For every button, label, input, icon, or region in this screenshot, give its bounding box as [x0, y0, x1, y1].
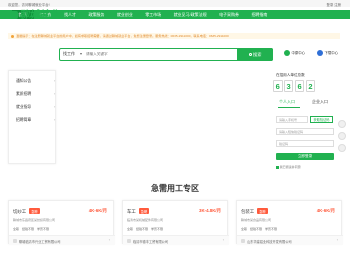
- banner-area: [60, 70, 260, 164]
- logo-icon: [10, 11, 18, 19]
- count-digit: 3: [283, 80, 294, 92]
- chat-icon[interactable]: [338, 120, 346, 128]
- nav-item-employment[interactable]: 就业创业: [111, 10, 139, 19]
- nav-item-find-talent[interactable]: 找人才: [58, 10, 82, 19]
- sidebar-item-label: 就业指导: [16, 105, 32, 109]
- nav-item-voucher[interactable]: 电子采购券: [213, 10, 245, 19]
- nav-item-guide[interactable]: 招聘指南: [245, 10, 273, 19]
- job-card-footer[interactable]: 临清市德丰工贸有限公司 ›: [123, 235, 229, 245]
- count-digit: 6: [294, 80, 305, 92]
- job-company: 临清市某机械配件有限公司: [127, 218, 164, 222]
- urgent-badge: 急聘: [29, 208, 40, 215]
- employer-count: 6 3 6 2: [273, 80, 317, 92]
- logo-text: 聊城就业: [19, 10, 58, 21]
- qrcode-icon[interactable]: [338, 144, 346, 152]
- chevron-right-icon: ›: [54, 79, 56, 83]
- nav-item-gig-market[interactable]: 零工市场: [139, 10, 167, 19]
- sidebar-item-notice[interactable]: 通知公告 ›: [16, 79, 55, 84]
- tab-enterprise[interactable]: 企业入口: [312, 99, 328, 105]
- search-category-select[interactable]: 找工作: [63, 49, 75, 60]
- phone-field[interactable]: 请输入手机号: [276, 116, 308, 123]
- chevron-right-icon: ›: [54, 105, 56, 109]
- notice-bar: 温馨提示：在注册聊城就业平台的用户中，如有求职招聘需要，请通过聊城就业平台，免费…: [8, 33, 340, 39]
- sidebar-item-guidance[interactable]: 就业指导 ›: [16, 105, 55, 110]
- sms-code-field[interactable]: 请输入短信验证码: [276, 128, 334, 135]
- captcha-field[interactable]: 验证码: [276, 140, 334, 147]
- section-title: 急需用工专区: [151, 184, 199, 193]
- nav-item-internship-policy[interactable]: 就业见习/政策法规: [167, 10, 213, 19]
- notice-text: 温馨提示：在注册聊城就业平台的用户中，如有求职招聘需要，请通过聊城就业平台，免费…: [16, 34, 229, 38]
- tab-personal[interactable]: 个人入口: [279, 99, 295, 105]
- sidebar-item-label: 招聘简章: [16, 118, 32, 122]
- urgent-badge: 急聘: [257, 208, 268, 215]
- company-logo: [13, 238, 17, 243]
- job-meta: 全职 经验不限 学历不限: [127, 227, 164, 231]
- get-code-button[interactable]: 获取验证码: [310, 116, 333, 123]
- job-card[interactable]: 包装工 急聘 4K-6K/月 聊城市某食品有限公司 全职 经验不限 学历不限 山东华建…: [236, 200, 343, 245]
- agree-terms[interactable]: 我已阅读并同意: [276, 165, 301, 169]
- login-tabs: 个人入口 企业入口: [276, 99, 336, 108]
- job-title: 车工 急聘: [127, 208, 150, 215]
- job-meta: 全职 经验不限 学历不限: [241, 227, 278, 231]
- sidebar-item-label: 通知公告: [16, 79, 32, 83]
- job-company: 聊城市某食品有限公司: [241, 218, 272, 222]
- job-salary: 3K-4.8K/月: [199, 208, 221, 213]
- download-link[interactable]: 下载中心: [317, 50, 339, 57]
- search-input[interactable]: [86, 50, 186, 58]
- company-logo: [241, 238, 245, 243]
- footer-company-name: 临清市德丰工贸有限公司: [133, 239, 169, 244]
- footer-company-name: 聊城临清市兴业工贸有限公司: [19, 239, 61, 244]
- site-logo[interactable]: 聊城就业: [10, 6, 58, 21]
- active-tab-indicator: [278, 107, 300, 108]
- chevron-right-icon: ›: [222, 238, 224, 243]
- agree-terms-label: 我已阅读并同意: [279, 165, 301, 169]
- login-button[interactable]: 立即登录: [276, 153, 334, 160]
- download-icon: [317, 50, 323, 57]
- location-link[interactable]: 中原中心: [284, 50, 306, 57]
- search-button-label: 搜索: [253, 52, 262, 57]
- phone-icon[interactable]: [338, 132, 346, 140]
- footer-company-name: 山东华建铝业科技开发有限公司: [247, 239, 292, 244]
- location-label: 中原中心: [291, 51, 306, 55]
- job-card[interactable]: 切纱工 急聘 4K-6K/月 聊城市东昌府区某纺织有限公司 全职 经验不限 学历不限 …: [8, 200, 115, 245]
- login-register-link[interactable]: 登录 注册: [326, 2, 341, 7]
- sidebar-item-label: 素质招聘: [16, 92, 32, 96]
- bell-icon: [11, 34, 14, 38]
- search-button[interactable]: 搜索: [237, 48, 273, 61]
- job-card[interactable]: 车工 急聘 3K-4.8K/月 临清市某机械配件有限公司 全职 经验不限 学历不限 临…: [122, 200, 229, 245]
- chevron-right-icon: ›: [336, 238, 338, 243]
- company-logo: [127, 238, 131, 243]
- job-title: 切纱工 急聘: [13, 208, 40, 215]
- checkbox-icon[interactable]: [276, 165, 279, 169]
- location-icon: [284, 50, 290, 57]
- chevron-right-icon: ›: [108, 238, 110, 243]
- employer-count-title: 在招用人单位总数: [276, 73, 305, 77]
- count-digit: 6: [273, 80, 283, 92]
- job-title: 包装工 急聘: [241, 208, 268, 215]
- sidebar-item-recruit[interactable]: 素质招聘 ›: [16, 92, 55, 97]
- search-icon: [248, 53, 252, 57]
- chevron-down-icon[interactable]: [80, 53, 82, 55]
- urgent-badge: 急聘: [138, 208, 150, 215]
- search-bar: 找工作 搜索: [59, 48, 273, 61]
- job-meta: 全职 经验不限 学历不限: [13, 227, 50, 231]
- category-sidebar: 通知公告 › 素质招聘 › 就业指导 › 招聘简章 ›: [8, 70, 56, 164]
- chevron-right-icon: ›: [54, 118, 56, 122]
- download-label: 下载中心: [324, 51, 339, 55]
- sidebar-item-brochure[interactable]: 招聘简章 ›: [16, 118, 55, 123]
- job-card-footer[interactable]: 聊城临清市兴业工贸有限公司 ›: [9, 235, 115, 245]
- job-company: 聊城市东昌府区某纺织有限公司: [13, 218, 56, 222]
- count-digit: 2: [305, 80, 316, 92]
- chevron-right-icon: ›: [54, 92, 56, 96]
- nav-item-policy-service[interactable]: 政策服务: [82, 10, 110, 19]
- job-salary: 4K-6K/月: [88, 208, 107, 213]
- job-card-footer[interactable]: 山东华建铝业科技开发有限公司 ›: [237, 235, 343, 245]
- job-salary: 4K-6K/月: [316, 208, 335, 213]
